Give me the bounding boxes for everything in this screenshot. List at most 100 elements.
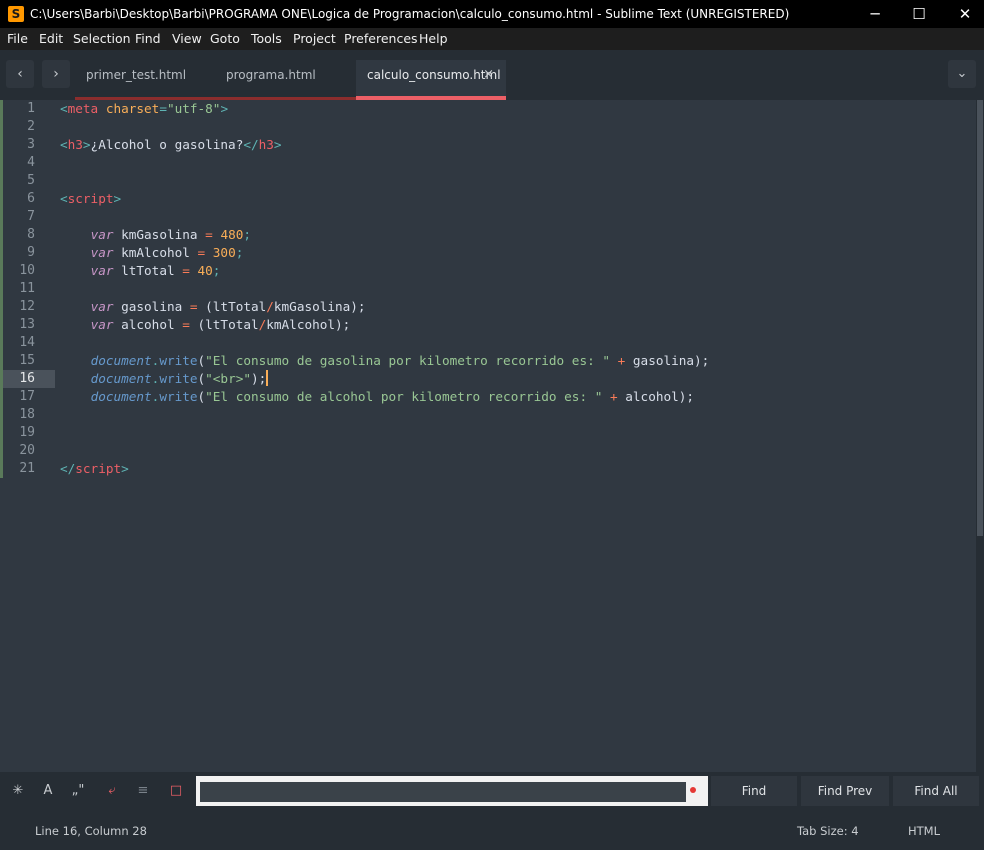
tab-calculo-consumo[interactable]: calculo_consumo.html × <box>356 60 506 100</box>
code-token: ( <box>197 371 206 386</box>
in-selection-icon[interactable]: ≡ <box>132 781 154 801</box>
text-cursor <box>266 370 269 386</box>
code-line[interactable]: 13 var alcohol = (ltTotal/kmAlcohol); <box>0 316 976 334</box>
code-line[interactable]: 1 <meta charset="utf-8"> <box>0 100 976 118</box>
tab-size[interactable]: Tab Size: 4 <box>797 824 859 838</box>
find-button[interactable]: Find <box>711 776 797 806</box>
line-number: 12 <box>19 299 35 314</box>
code-line[interactable]: 9 var kmAlcohol = 300; <box>0 244 976 262</box>
code-line[interactable]: 7 <box>0 208 976 226</box>
code-token: var <box>90 317 114 332</box>
menu-project[interactable]: Project <box>293 31 336 46</box>
code-text: <h3>¿Alcohol o gasolina?</h3> <box>60 136 282 154</box>
menu-file[interactable]: File <box>7 31 28 46</box>
code-line[interactable]: 11 <box>0 280 976 298</box>
menu-view[interactable]: View <box>172 31 202 46</box>
line-number: 9 <box>27 245 35 260</box>
find-all-button[interactable]: Find All <box>893 776 979 806</box>
wrap-icon[interactable]: ⤶ <box>101 781 123 801</box>
code-line[interactable]: 10 var ltTotal = 40; <box>0 262 976 280</box>
code-token: > <box>82 137 91 152</box>
code-token: charset <box>105 101 160 116</box>
code-token: < <box>60 137 68 152</box>
close-window-button[interactable]: ✕ <box>942 0 984 28</box>
case-sensitive-icon[interactable]: A <box>37 781 59 801</box>
code-line[interactable]: 18 <box>0 406 976 424</box>
code-line[interactable]: 19 <box>0 424 976 442</box>
code-token: var <box>90 245 114 260</box>
code-line[interactable]: 21 </script> <box>0 460 976 478</box>
line-number: 19 <box>19 425 35 440</box>
code-text: document.write("El consumo de gasolina p… <box>60 352 710 370</box>
scrollbar-thumb[interactable] <box>977 100 983 536</box>
menu-preferences[interactable]: Preferences <box>344 31 418 46</box>
forward-arrow-icon[interactable]: › <box>42 60 70 88</box>
whole-word-icon[interactable]: „" <box>67 781 89 801</box>
regex-icon[interactable]: ✳ <box>7 781 29 801</box>
line-number: 1 <box>27 101 35 116</box>
code-token: 40 <box>197 263 213 278</box>
syntax-mode[interactable]: HTML <box>908 824 940 838</box>
code-token: ¿Alcohol o gasolina? <box>90 137 244 152</box>
code-line[interactable]: 16 document.write("<br>"); <box>0 370 976 388</box>
code-token: = <box>189 299 198 314</box>
code-text: var kmGasolina = 480; <box>60 226 251 244</box>
code-token: kmGasolina); <box>273 299 366 314</box>
code-token: </ <box>243 137 259 152</box>
code-token: ( <box>197 389 206 404</box>
tab-primer-test[interactable]: primer_test.html <box>75 60 215 100</box>
code-text: var alcohol = (ltTotal/kmAlcohol); <box>60 316 351 334</box>
code-token: write <box>159 371 198 386</box>
line-number: 20 <box>19 443 35 458</box>
menu-help[interactable]: Help <box>419 31 448 46</box>
minimize-button[interactable]: ─ <box>852 0 898 28</box>
code-text: <script> <box>60 190 121 208</box>
line-number: 8 <box>27 227 35 242</box>
highlight-matches-icon[interactable]: □ <box>165 781 187 801</box>
line-number: 16 <box>19 371 35 386</box>
find-prev-button[interactable]: Find Prev <box>801 776 889 806</box>
back-arrow-icon[interactable]: ‹ <box>6 60 34 88</box>
code-token: alcohol); <box>617 389 695 404</box>
code-line[interactable]: 20 <box>0 442 976 460</box>
code-token: document <box>90 389 152 404</box>
code-token: = <box>182 263 190 278</box>
line-number: 7 <box>27 209 35 224</box>
menu-edit[interactable]: Edit <box>39 31 63 46</box>
menu-selection[interactable]: Selection <box>73 31 131 46</box>
code-token: < <box>60 191 68 206</box>
code-line[interactable]: 4 <box>0 154 976 172</box>
line-number: 4 <box>27 155 35 170</box>
cursor-position: Line 16, Column 28 <box>35 824 147 838</box>
code-line[interactable]: 6 <script> <box>0 190 976 208</box>
maximize-button[interactable]: ☐ <box>896 0 942 28</box>
close-tab-icon[interactable]: × <box>483 67 494 82</box>
find-input[interactable] <box>200 782 686 802</box>
code-line[interactable]: 2 <box>0 118 976 136</box>
line-number: 3 <box>27 137 35 152</box>
record-dot-icon <box>690 787 696 793</box>
code-token: / <box>266 299 274 314</box>
code-line[interactable]: 5 <box>0 172 976 190</box>
vertical-scrollbar[interactable] <box>976 100 984 772</box>
chevron-down-icon[interactable]: ⌄ <box>948 60 976 88</box>
code-line[interactable]: 3 <h3>¿Alcohol o gasolina?</h3> <box>0 136 976 154</box>
code-text: </script> <box>60 460 129 478</box>
code-line[interactable]: 12 var gasolina = (ltTotal/kmGasolina); <box>0 298 976 316</box>
code-line[interactable]: 14 <box>0 334 976 352</box>
code-text: var gasolina = (ltTotal/kmGasolina); <box>60 298 366 316</box>
code-token: "utf-8" <box>166 101 221 116</box>
menu-tools[interactable]: Tools <box>251 31 282 46</box>
menu-goto[interactable]: Goto <box>210 31 240 46</box>
find-panel: ✳ A „" ⤶ ≡ □ Find Find Prev Find All <box>0 772 984 810</box>
menu-find[interactable]: Find <box>135 31 161 46</box>
code-line[interactable]: 8 var kmGasolina = 480; <box>0 226 976 244</box>
code-line[interactable]: 15 document.write("El consumo de gasolin… <box>0 352 976 370</box>
tab-programa[interactable]: programa.html <box>215 60 356 100</box>
code-line[interactable]: 17 document.write("El consumo de alcohol… <box>0 388 976 406</box>
code-editor[interactable]: 1 <meta charset="utf-8"> 2 3 <h3>¿Alcohol o … <box>0 100 976 772</box>
line-number: 11 <box>19 281 35 296</box>
